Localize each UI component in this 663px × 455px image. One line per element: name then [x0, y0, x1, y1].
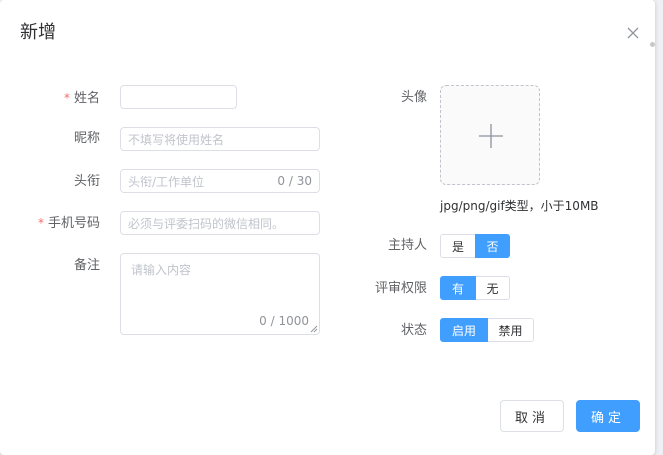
host-label: 主持人	[387, 238, 427, 253]
remark-placeholder: 请输入内容	[131, 263, 192, 277]
nickname-placeholder: 不填写将使用姓名	[128, 132, 225, 147]
required-mark: *	[63, 91, 70, 105]
review-toggle: 有 无	[440, 276, 510, 300]
close-icon	[627, 27, 639, 39]
status-toggle: 启用 禁用	[440, 318, 534, 342]
add-dialog: 新增 * 姓名 昵称 不填写将使用姓名 头衔 头衔/工作单位 0 / 30 * 手机…	[0, 0, 655, 455]
plus-icon	[479, 124, 503, 148]
status-option-enabled[interactable]: 启用	[440, 318, 488, 342]
name-input[interactable]	[120, 85, 237, 109]
host-option-no[interactable]: 否	[475, 234, 510, 258]
phone-label: * 手机号码	[37, 216, 100, 231]
remark-label: 备注	[73, 258, 100, 273]
phone-placeholder: 必须与评委扫码的微信相同。	[128, 216, 285, 231]
title-input[interactable]: 头衔/工作单位 0 / 30	[120, 169, 320, 193]
host-option-yes[interactable]: 是	[440, 234, 476, 258]
dialog-title: 新增	[20, 22, 56, 43]
cancel-button[interactable]: 取消	[500, 400, 564, 432]
status-option-disabled[interactable]: 禁用	[487, 318, 534, 342]
review-label: 评审权限	[374, 281, 427, 296]
avatar-label: 头像	[400, 90, 427, 105]
resize-handle-icon[interactable]	[310, 325, 318, 333]
scroll-indicator	[650, 42, 655, 47]
review-option-yes[interactable]: 有	[440, 276, 476, 300]
close-button[interactable]	[622, 22, 644, 44]
nickname-input[interactable]: 不填写将使用姓名	[120, 127, 320, 151]
title-placeholder: 头衔/工作单位	[128, 174, 205, 189]
host-toggle: 是 否	[440, 234, 510, 258]
nickname-label: 昵称	[73, 131, 100, 146]
title-label: 头衔	[73, 174, 100, 189]
confirm-button[interactable]: 确定	[576, 400, 640, 432]
review-option-no[interactable]: 无	[475, 276, 510, 300]
avatar-hint: jpg/png/gif类型，小于10MB	[440, 199, 599, 213]
required-mark: *	[37, 216, 44, 230]
status-label: 状态	[400, 323, 427, 338]
avatar-upload[interactable]	[440, 85, 540, 185]
phone-input[interactable]: 必须与评委扫码的微信相同。	[120, 211, 320, 235]
title-char-count: 0 / 30	[277, 174, 312, 188]
remark-char-count: 0 / 1000	[259, 314, 309, 328]
remark-textarea[interactable]: 请输入内容 0 / 1000	[120, 253, 320, 335]
name-label: * 姓名	[63, 91, 100, 106]
